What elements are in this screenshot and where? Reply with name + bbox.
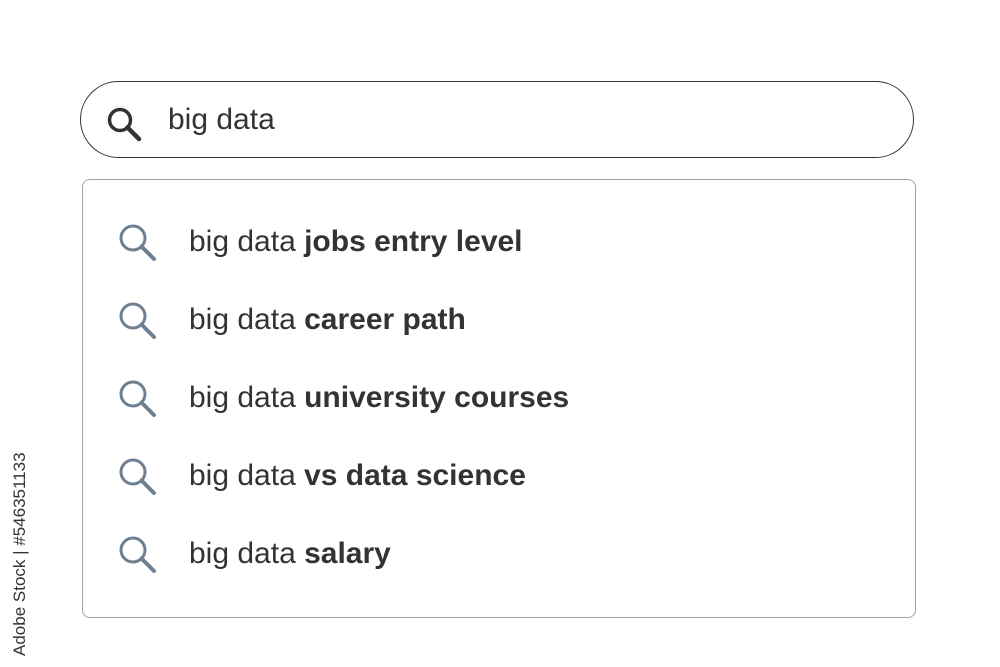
watermark-text: Adobe Stock | #546351133 bbox=[10, 452, 29, 656]
autocomplete-dropdown: big data jobs entry level big data caree… bbox=[82, 179, 916, 618]
suggestion-completion: vs data science bbox=[304, 459, 526, 492]
suggestion-completion: career path bbox=[304, 303, 466, 336]
suggestion-item[interactable]: big data career path bbox=[113, 294, 873, 346]
suggestion-prefix: big data bbox=[189, 381, 305, 414]
suggestion-label: big data university courses bbox=[189, 381, 569, 415]
suggestion-completion: university courses bbox=[304, 381, 570, 414]
suggestion-prefix: big data bbox=[189, 303, 305, 336]
search-icon bbox=[113, 296, 161, 344]
search-icon bbox=[113, 374, 161, 422]
suggestion-prefix: big data bbox=[189, 537, 305, 570]
suggestion-item[interactable]: big data salary bbox=[113, 528, 873, 580]
suggestion-item[interactable]: big data university courses bbox=[113, 372, 873, 424]
search-icon[interactable] bbox=[104, 104, 144, 144]
suggestion-label: big data salary bbox=[189, 537, 391, 571]
suggestion-completion: salary bbox=[304, 537, 391, 570]
search-input[interactable] bbox=[168, 100, 868, 140]
suggestion-item[interactable]: big data jobs entry level bbox=[113, 216, 873, 268]
watermark: Adobe Stock | #546351133 bbox=[8, 436, 36, 656]
search-bar[interactable] bbox=[80, 81, 914, 158]
suggestion-prefix: big data bbox=[189, 459, 305, 492]
search-icon bbox=[113, 218, 161, 266]
suggestion-label: big data jobs entry level bbox=[189, 225, 523, 259]
search-icon bbox=[113, 530, 161, 578]
suggestion-label: big data career path bbox=[189, 303, 466, 337]
search-icon bbox=[113, 452, 161, 500]
suggestion-completion: jobs entry level bbox=[304, 225, 523, 258]
suggestion-label: big data vs data science bbox=[189, 459, 526, 493]
suggestion-prefix: big data bbox=[189, 225, 305, 258]
suggestion-item[interactable]: big data vs data science bbox=[113, 450, 873, 502]
